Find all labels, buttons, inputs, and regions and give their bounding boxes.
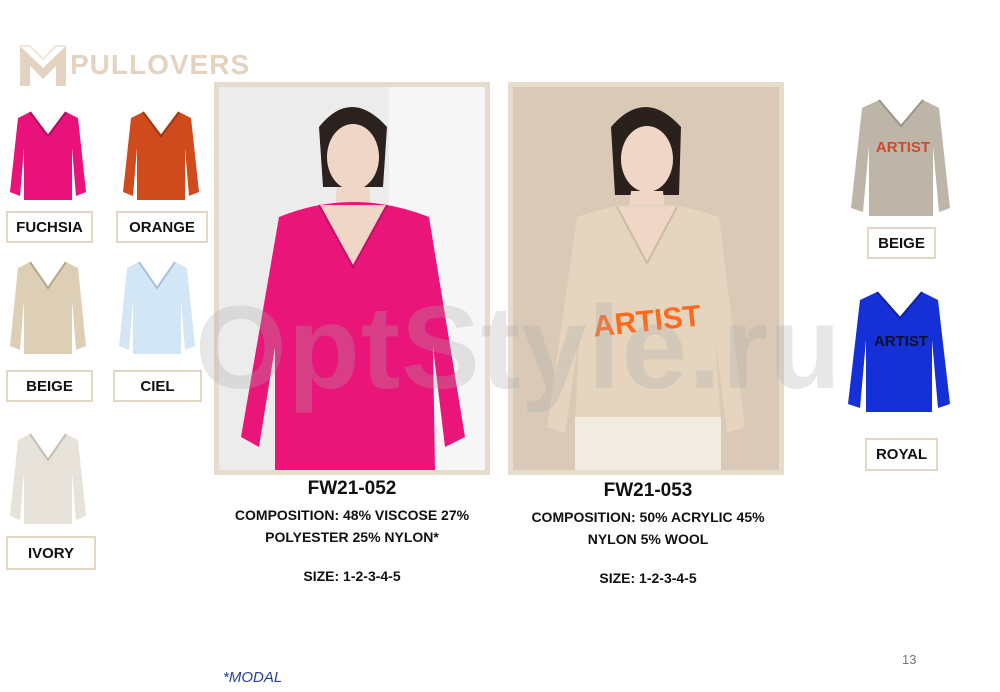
product-info-fw21-052: FW21-052 COMPOSITION: 48% VISCOSE 27% PO…	[214, 478, 490, 584]
product-code: FW21-052	[307, 478, 397, 499]
artist-print-text: ARTIST	[874, 333, 928, 350]
royal-artist-sweater-image: ARTIST	[848, 291, 950, 412]
size-info: SIZE: 1-2-3-4-5	[599, 570, 697, 586]
page-number: 13	[902, 652, 917, 667]
orange-sweater-image	[123, 111, 199, 200]
composition-line-1: COMPOSITION: 48% VISCOSE 27%	[234, 507, 470, 523]
page-title: PULLOVERS	[70, 49, 251, 80]
model-fuchsia-image	[219, 87, 485, 470]
composition-line-1: COMPOSITION: 50% ACRYLIC 45%	[531, 509, 765, 525]
color-label-beige-right: BEIGE	[867, 227, 936, 259]
color-label-orange: ORANGE	[116, 211, 208, 243]
ivory-sweater-image	[10, 433, 86, 524]
fuchsia-sweater-image	[10, 111, 86, 200]
beige-artist-sweater-image: ARTIST	[851, 99, 950, 216]
size-info: SIZE: 1-2-3-4-5	[303, 568, 401, 584]
artist-print-text: ARTIST	[876, 139, 930, 156]
ciel-sweater-image	[119, 261, 195, 354]
beige-sweater-image	[10, 261, 86, 354]
composition-line-2: NYLON 5% WOOL	[587, 531, 709, 547]
product-info-fw21-053: FW21-053 COMPOSITION: 50% ACRYLIC 45% NY…	[508, 480, 788, 586]
product-code: FW21-053	[603, 480, 693, 501]
composition-line-2: POLYESTER 25% NYLON*	[265, 529, 439, 545]
color-label-ciel: CIEL	[113, 370, 202, 402]
color-label-beige: BEIGE	[6, 370, 93, 402]
footnote: *MODAL	[223, 669, 283, 686]
color-label-ivory: IVORY	[6, 536, 96, 570]
color-label-fuchsia: FUCHSIA	[6, 211, 93, 243]
product-photo-fw21-052	[214, 82, 490, 475]
product-photo-fw21-053: ARTIST	[508, 82, 784, 475]
model-artist-beige-image: ARTIST	[513, 87, 779, 470]
brand-logo-icon	[20, 45, 66, 86]
color-label-royal: ROYAL	[865, 438, 938, 471]
